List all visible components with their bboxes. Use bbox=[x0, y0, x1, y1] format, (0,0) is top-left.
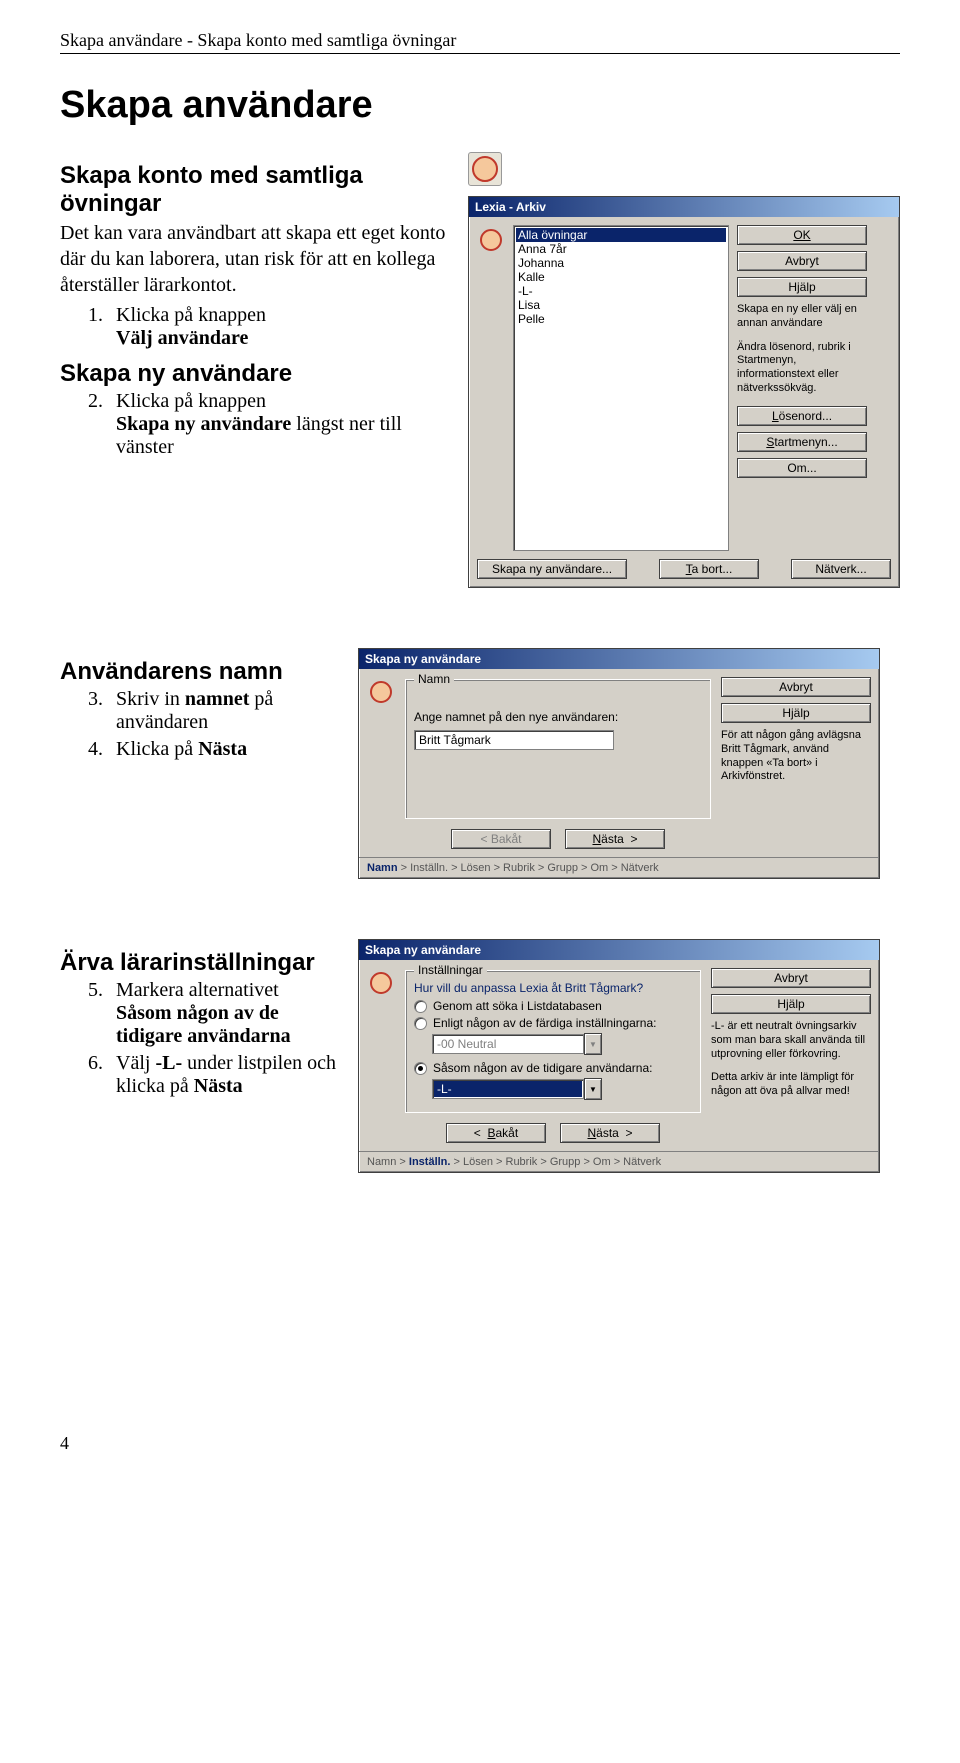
step5-num: 5. bbox=[88, 979, 116, 1002]
step1-num: 1. bbox=[88, 304, 116, 327]
step3-pre: Skriv in bbox=[116, 688, 185, 710]
dialog3-question: Hur vill du anpassa Lexia åt Britt Tågma… bbox=[414, 981, 692, 995]
step3-num: 3. bbox=[88, 688, 116, 711]
dialog1-note2: Ändra lösenord, rubrik i Startmenyn, inf… bbox=[737, 341, 867, 396]
list-item[interactable]: Kalle bbox=[516, 270, 726, 284]
step2-text: Klicka på knappen bbox=[116, 390, 266, 412]
dialog1-titlebar: Lexia - Arkiv bbox=[469, 197, 899, 217]
combo-value: -00 Neutral bbox=[432, 1034, 584, 1054]
dialog2-titlebar: Skapa ny användare bbox=[359, 649, 879, 669]
help-button[interactable]: Hjälp bbox=[737, 277, 867, 297]
help-button[interactable]: Hjälp bbox=[721, 703, 871, 723]
dialog2-sidenote: För att någon gång avlägsna Britt Tågmar… bbox=[721, 729, 871, 784]
dialog-create-user-name: Skapa ny användare Namn Ange namnet på d… bbox=[358, 648, 880, 879]
dialog3-legend: Inställningar bbox=[414, 963, 487, 977]
startmenu-button[interactable]: Startmenyn... bbox=[737, 432, 867, 452]
next-button[interactable]: Nästa > bbox=[565, 829, 665, 849]
step3-bold: namnet bbox=[185, 688, 249, 710]
section4-title: Ärva lärarinställningar bbox=[60, 949, 340, 977]
password-button[interactable]: Lösenord... bbox=[737, 406, 867, 426]
radio-label: Enligt någon av de färdiga inställningar… bbox=[433, 1016, 657, 1030]
smiley-icon-box bbox=[468, 152, 900, 186]
dialog3-titlebar: Skapa ny användare bbox=[359, 940, 879, 960]
radio-label: Genom att söka i Listdatabasen bbox=[433, 999, 602, 1013]
dialog1-smiley-icon bbox=[477, 225, 505, 551]
section1-title: Skapa konto med samtliga övningar bbox=[60, 162, 450, 218]
step4-bold: Nästa bbox=[198, 738, 247, 760]
list-item[interactable]: Anna 7år bbox=[516, 242, 726, 256]
radio-option-2[interactable]: Enligt någon av de färdiga inställningar… bbox=[414, 1016, 692, 1030]
page-header: Skapa användare - Skapa konto med samtli… bbox=[60, 30, 900, 54]
step6-num: 6. bbox=[88, 1052, 116, 1075]
radio-label: Såsom någon av de tidigare användarna: bbox=[433, 1061, 653, 1075]
back-button[interactable]: < Bakåt bbox=[451, 829, 551, 849]
dialog3-sidenote1: -L- är ett neutralt övningsarkiv som man… bbox=[711, 1020, 871, 1061]
cancel-button[interactable]: Avbryt bbox=[721, 677, 871, 697]
step1-text: Klicka på knappen bbox=[116, 304, 266, 326]
name-input[interactable]: Britt Tågmark bbox=[414, 730, 614, 750]
heading-1: Skapa användare bbox=[60, 84, 900, 127]
dialog-lexia-arkiv: Lexia - Arkiv Alla övningar Anna 7år Joh… bbox=[468, 196, 900, 588]
step1-bold: Välj användare bbox=[116, 327, 248, 349]
list-item[interactable]: Pelle bbox=[516, 312, 726, 326]
dialog2-prompt: Ange namnet på den nye användaren: bbox=[414, 710, 702, 724]
step6-pre: Välj bbox=[116, 1052, 155, 1074]
network-button[interactable]: Nätverk... bbox=[791, 559, 891, 579]
dialog-create-user-settings: Skapa ny användare Inställningar Hur vil… bbox=[358, 939, 880, 1173]
section1-intro: Det kan vara användbart att skapa ett eg… bbox=[60, 220, 450, 298]
chevron-down-icon[interactable]: ▼ bbox=[584, 1033, 602, 1055]
dialog3-sidenote2: Detta arkiv är inte lämpligt för någon a… bbox=[711, 1071, 871, 1099]
section2-title: Skapa ny användare bbox=[60, 360, 450, 388]
step5-pre: Markera alternativet bbox=[116, 979, 279, 1001]
chevron-down-icon[interactable]: ▼ bbox=[584, 1078, 602, 1100]
radio-option-3[interactable]: Såsom någon av de tidigare användarna: bbox=[414, 1061, 692, 1075]
list-item[interactable]: -L- bbox=[516, 284, 726, 298]
preset-combo[interactable]: -00 Neutral ▼ bbox=[432, 1033, 602, 1055]
create-user-button[interactable]: Skapa ny användare... bbox=[477, 559, 627, 579]
step4-num: 4. bbox=[88, 738, 116, 761]
step2-num: 2. bbox=[88, 390, 116, 413]
help-button[interactable]: Hjälp bbox=[711, 994, 871, 1014]
list-item[interactable]: Alla övningar bbox=[516, 228, 726, 242]
user-listbox[interactable]: Alla övningar Anna 7år Johanna Kalle -L-… bbox=[513, 225, 729, 551]
back-button[interactable]: < Bakåt bbox=[446, 1123, 546, 1143]
dialog2-status: Namn > Inställn. > Lösen > Rubrik > Grup… bbox=[359, 857, 879, 878]
dialog3-smiley-icon bbox=[367, 968, 395, 1143]
step5-bold: Såsom någon av de tidigare användarna bbox=[116, 1002, 291, 1047]
step2-bold: Skapa ny användare bbox=[116, 413, 291, 435]
ok-button[interactable]: OK bbox=[737, 225, 867, 245]
list-item[interactable]: Lisa bbox=[516, 298, 726, 312]
step6-bold1: -L- bbox=[155, 1052, 182, 1074]
next-button[interactable]: Nästa > bbox=[560, 1123, 660, 1143]
user-combo[interactable]: -L- ▼ bbox=[432, 1078, 602, 1100]
dialog1-note1: Skapa en ny eller välj en annan användar… bbox=[737, 303, 867, 331]
about-button[interactable]: Om... bbox=[737, 458, 867, 478]
cancel-button[interactable]: Avbryt bbox=[711, 968, 871, 988]
page-number: 4 bbox=[60, 1433, 900, 1454]
combo-value: -L- bbox=[432, 1079, 584, 1099]
delete-button[interactable]: Ta bort... bbox=[659, 559, 759, 579]
dialog2-smiley-icon bbox=[367, 677, 395, 849]
radio-option-1[interactable]: Genom att söka i Listdatabasen bbox=[414, 999, 692, 1013]
step6-bold2: Nästa bbox=[194, 1075, 243, 1097]
cancel-button[interactable]: Avbryt bbox=[737, 251, 867, 271]
dialog3-status: Namn > Inställn. > Lösen > Rubrik > Grup… bbox=[359, 1151, 879, 1172]
dialog2-legend: Namn bbox=[414, 672, 454, 686]
step4-pre: Klicka på bbox=[116, 738, 198, 760]
list-item[interactable]: Johanna bbox=[516, 256, 726, 270]
section3-title: Användarens namn bbox=[60, 658, 340, 686]
